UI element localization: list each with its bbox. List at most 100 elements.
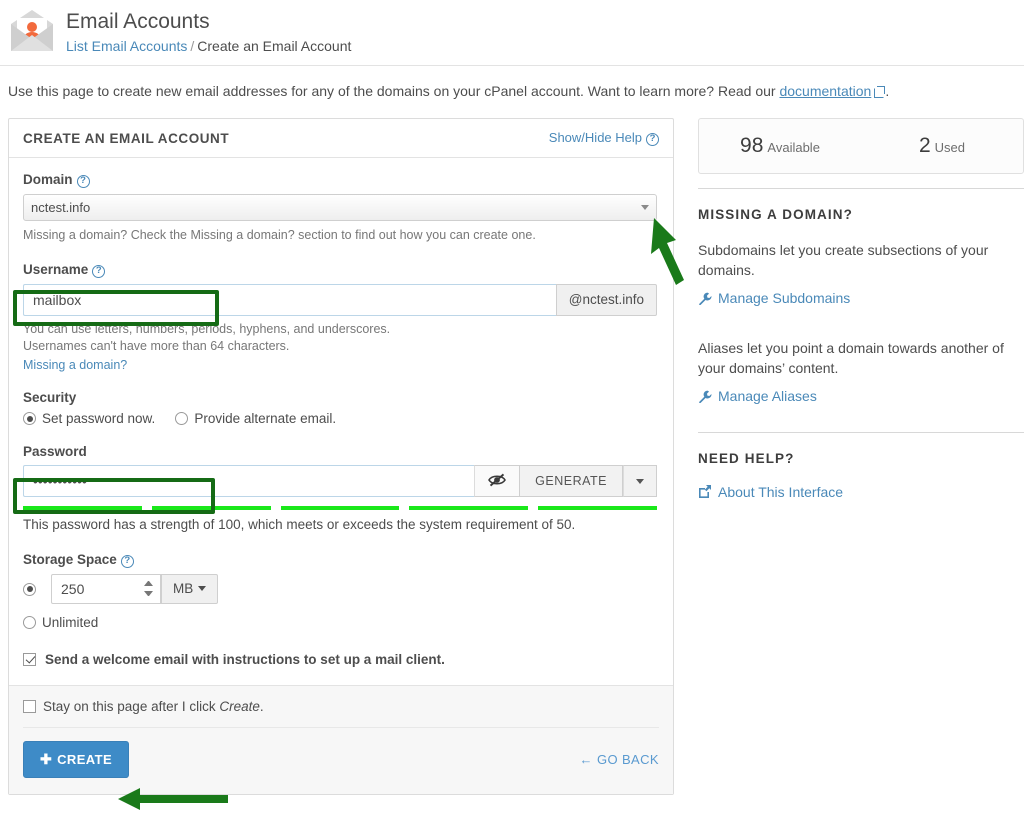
username-input[interactable] [23, 284, 556, 316]
manage-subdomains-label: Manage Subdomains [718, 290, 850, 306]
stay-label-italic: Create [219, 699, 260, 714]
sidebar: 98 Available 2 Used MISSING A DOMAIN? Subd… [698, 118, 1024, 501]
strength-segment [23, 506, 142, 510]
show-hide-help-toggle[interactable]: Show/Hide Help? [549, 130, 659, 146]
intro-text-after: . [885, 83, 889, 99]
show-hide-help-label: Show/Hide Help [549, 130, 642, 145]
wrench-icon [698, 292, 712, 305]
external-link-icon [874, 86, 885, 97]
need-help-section: NEED HELP? About This Interface [698, 451, 1024, 502]
account-usage-stats: 98 Available 2 Used [698, 118, 1024, 174]
security-label: Security [23, 390, 659, 405]
generate-password-button[interactable]: GENERATE [520, 465, 623, 497]
create-button[interactable]: ✚ CREATE [23, 741, 129, 778]
radio-set-password-now[interactable] [23, 412, 36, 425]
page-title: Email Accounts [66, 10, 351, 34]
stat-used: 2 Used [861, 134, 1023, 158]
breadcrumb: List Email Accounts/Create an Email Acco… [66, 37, 351, 55]
username-domain-suffix: @nctest.info [556, 284, 657, 316]
intro-text-before: Use this page to create new email addres… [8, 83, 779, 99]
panel-header: CREATE AN EMAIL ACCOUNT Show/Hide Help? [9, 119, 673, 158]
strength-segment [409, 506, 528, 510]
page-header: Email Accounts List Email Accounts/Creat… [0, 0, 1024, 55]
documentation-link[interactable]: documentation [779, 83, 871, 99]
missing-a-domain-heading: MISSING A DOMAIN? [698, 207, 1024, 222]
subdomains-description: Subdomains let you create subsections of… [698, 240, 1024, 280]
storage-space-label-text: Storage Space [23, 552, 117, 567]
question-circle-icon[interactable]: ? [121, 555, 134, 568]
chevron-down-icon [198, 586, 206, 591]
go-back-link[interactable]: ← GO BACK [580, 752, 659, 767]
question-circle-icon: ? [646, 133, 659, 146]
username-hint-2: Usernames can't have more than 64 charac… [23, 338, 659, 355]
plus-icon: ✚ [40, 751, 52, 767]
aliases-description: Aliases let you point a domain towards a… [698, 338, 1024, 378]
username-label: Username? [23, 262, 659, 278]
footer-divider [23, 727, 659, 728]
breadcrumb-current: Create an Email Account [197, 38, 351, 54]
storage-unit-dropdown[interactable]: MB [161, 574, 218, 604]
radio-provide-alternate-email[interactable] [175, 412, 188, 425]
question-circle-icon[interactable]: ? [77, 175, 90, 188]
username-label-text: Username [23, 262, 88, 277]
storage-space-label: Storage Space? [23, 552, 659, 568]
radio-provide-alternate-email-label: Provide alternate email. [194, 411, 336, 426]
stat-used-label: Used [935, 140, 965, 155]
missing-a-domain-link[interactable]: Missing a domain? [23, 358, 127, 372]
external-link-icon [698, 485, 712, 498]
stat-available-number: 98 [740, 134, 763, 157]
stat-used-number: 2 [919, 134, 931, 157]
wrench-icon [698, 390, 712, 403]
domain-label-text: Domain [23, 172, 73, 187]
domain-label: Domain? [23, 172, 659, 188]
sidebar-divider-2 [698, 432, 1024, 433]
stay-label-after: . [260, 699, 264, 714]
manage-aliases-label: Manage Aliases [718, 388, 817, 404]
storage-unit-label: MB [173, 581, 193, 596]
radio-storage-unlimited[interactable] [23, 616, 36, 629]
question-circle-icon[interactable]: ? [92, 265, 105, 278]
stat-available: 98 Available [699, 134, 861, 158]
breadcrumb-link-list-email-accounts[interactable]: List Email Accounts [66, 38, 187, 54]
email-accounts-icon [8, 8, 56, 54]
panel-title: CREATE AN EMAIL ACCOUNT [23, 131, 229, 146]
about-this-interface-link[interactable]: About This Interface [698, 484, 843, 500]
radio-set-password-now-label: Set password now. [42, 411, 155, 426]
need-help-heading: NEED HELP? [698, 451, 1024, 466]
password-strength-text: This password has a strength of 100, whi… [23, 517, 659, 532]
storage-quota-input[interactable] [51, 574, 161, 604]
stay-label-before: Stay on this page after I click [43, 699, 219, 714]
intro-text: Use this page to create new email addres… [0, 66, 1024, 100]
create-button-label: CREATE [57, 752, 112, 767]
stepper-down-icon[interactable] [144, 591, 153, 596]
checkbox-stay-on-page[interactable] [23, 700, 36, 713]
password-input[interactable] [23, 465, 474, 497]
go-back-label: GO BACK [597, 752, 659, 767]
eye-slash-icon [487, 472, 507, 491]
create-email-account-panel: CREATE AN EMAIL ACCOUNT Show/Hide Help? … [8, 118, 674, 795]
arrow-left-icon: ← [580, 752, 593, 767]
panel-footer: Stay on this page after I click Create. … [9, 686, 673, 794]
stepper-up-icon[interactable] [144, 581, 153, 586]
strength-segment [538, 506, 657, 510]
generate-options-chevron-down-icon[interactable] [623, 465, 657, 497]
radio-storage-fixed[interactable] [23, 583, 36, 596]
strength-segment [281, 506, 400, 510]
checkbox-send-welcome-email[interactable] [23, 653, 36, 666]
domain-hint: Missing a domain? Check the Missing a do… [23, 227, 659, 244]
username-hint-1: You can use letters, numbers, periods, h… [23, 321, 659, 338]
checkbox-stay-on-page-label: Stay on this page after I click Create. [43, 699, 264, 714]
missing-a-domain-section: MISSING A DOMAIN? Subdomains let you cre… [698, 207, 1024, 406]
about-this-interface-label: About This Interface [718, 484, 843, 500]
sidebar-divider-1 [698, 188, 1024, 189]
manage-subdomains-link[interactable]: Manage Subdomains [698, 290, 850, 306]
password-label: Password [23, 444, 659, 459]
manage-aliases-link[interactable]: Manage Aliases [698, 388, 817, 404]
strength-segment [152, 506, 271, 510]
stat-available-label: Available [767, 140, 820, 155]
domain-select[interactable]: nctest.info [23, 194, 657, 221]
breadcrumb-separator: / [190, 38, 194, 54]
password-strength-meter [23, 506, 657, 510]
radio-storage-unlimited-label: Unlimited [42, 615, 98, 630]
toggle-password-visibility-button[interactable] [474, 465, 520, 497]
